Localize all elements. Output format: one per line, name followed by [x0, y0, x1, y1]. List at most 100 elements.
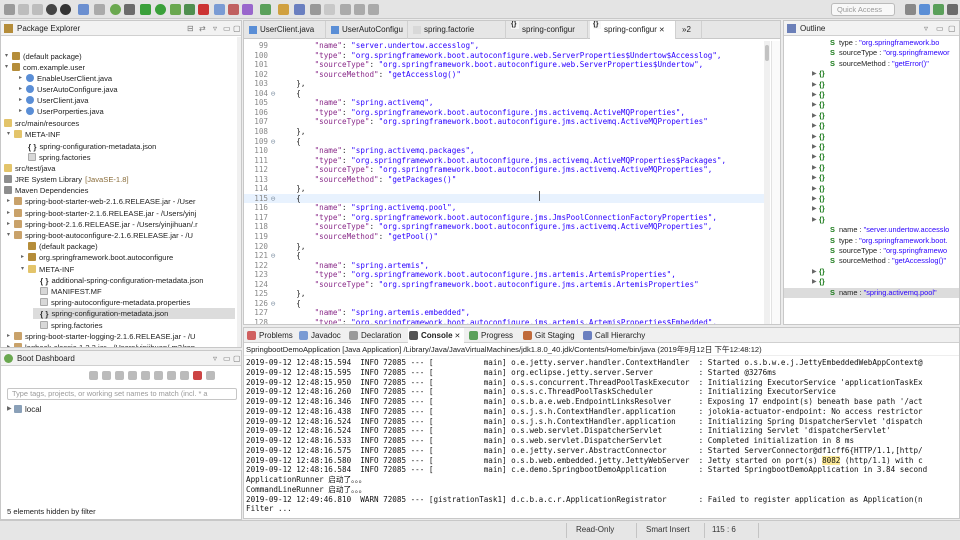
- expand-icon[interactable]: ▶: [812, 111, 819, 121]
- tree-item[interactable]: MANIFEST.MF: [33, 286, 235, 297]
- close-tab-icon[interactable]: ✕: [657, 27, 665, 34]
- outline-object[interactable]: ▶{}: [812, 184, 959, 194]
- debug-icon[interactable]: [102, 371, 111, 380]
- editor-tab[interactable]: {} spring-configur ✕: [590, 21, 676, 39]
- outline-object[interactable]: ▶{}: [812, 121, 959, 131]
- new-class-icon[interactable]: [260, 4, 271, 15]
- expand-icon[interactable]: ▸: [7, 219, 14, 230]
- tree-item[interactable]: ▾ META-INF: [21, 264, 235, 275]
- fold-marker-icon[interactable]: ⊖: [268, 251, 278, 261]
- expand-icon[interactable]: ▾: [5, 62, 12, 73]
- fold-marker-icon[interactable]: ⊖: [268, 194, 278, 204]
- tree-item[interactable]: ▸ UserPorperties.java: [19, 106, 235, 117]
- view-menu-icon[interactable]: ▿: [213, 24, 217, 33]
- expand-icon[interactable]: ▾: [7, 129, 14, 140]
- outline-property[interactable]: Stype : "org.springframework.boot.: [830, 236, 959, 246]
- expand-icon[interactable]: ▶: [812, 142, 819, 152]
- expand-icon[interactable]: ▶: [812, 184, 819, 194]
- refresh-icon[interactable]: [206, 371, 215, 380]
- declaration-tab[interactable]: Declaration: [348, 328, 401, 343]
- expand-icon[interactable]: ▾: [5, 51, 12, 62]
- outline-property[interactable]: Sname : "spring.activemq.pool": [784, 287, 959, 298]
- link-editor-icon[interactable]: ⇄: [199, 24, 206, 33]
- view-menu-icon[interactable]: ▿: [924, 24, 928, 33]
- expand-icon[interactable]: ▸: [19, 95, 26, 106]
- expand-icon[interactable]: ▸: [7, 331, 14, 342]
- status-insert-mode[interactable]: Smart Insert: [646, 525, 690, 534]
- tree-item[interactable]: ▸src/test/java: [1, 163, 235, 174]
- add-icon[interactable]: [167, 371, 176, 380]
- editor-tab[interactable]: {} spring-configur: [508, 21, 588, 39]
- collapse-all-icon[interactable]: ⊟: [187, 24, 194, 33]
- outline-property[interactable]: SsourceType : "org.springframewor: [830, 48, 959, 58]
- outline-object[interactable]: ▶{}: [812, 132, 959, 142]
- outline-property[interactable]: Stype : "org.springframework.bo: [830, 38, 959, 48]
- fold-marker-icon[interactable]: ⊖: [268, 299, 278, 309]
- outline-object[interactable]: ▶{}: [812, 204, 959, 214]
- expand-icon[interactable]: ▶: [812, 215, 819, 225]
- editor-tab[interactable]: UserClient.java: [246, 21, 326, 39]
- tree-item[interactable]: ▾ (default package): [5, 51, 235, 62]
- forward-icon[interactable]: [368, 4, 379, 15]
- tree-item[interactable]: ▾Maven Dependencies: [1, 185, 235, 196]
- debug-icon[interactable]: [124, 4, 135, 15]
- filter-icon[interactable]: [180, 371, 189, 380]
- expand-icon[interactable]: ▸: [19, 84, 26, 95]
- tree-item[interactable]: ▸ spring-boot-starter-logging-2.1.6.RELEA…: [7, 331, 235, 342]
- link-icon[interactable]: [154, 371, 163, 380]
- spring-icon[interactable]: [110, 4, 121, 15]
- outline-object[interactable]: ▶{}: [812, 173, 959, 183]
- expand-icon[interactable]: ▶: [812, 132, 819, 142]
- boot-dashboard-filter-input[interactable]: Type tags, projects, or working set name…: [7, 388, 237, 400]
- fold-marker-icon[interactable]: ⊖: [268, 89, 278, 99]
- tree-item[interactable]: (default package): [21, 241, 235, 252]
- back-icon[interactable]: [354, 4, 365, 15]
- settings-icon[interactable]: [46, 4, 57, 15]
- fold-marker-icon[interactable]: ⊖: [268, 137, 278, 147]
- call-hierarchy-tab[interactable]: Call Hierarchy: [582, 328, 645, 343]
- tree-item[interactable]: { } spring-configuration-metadata.json: [33, 308, 235, 319]
- maximize-icon[interactable]: ▢: [948, 24, 956, 33]
- outline-property[interactable]: SsourceMethod : "getAccesslog()": [830, 256, 959, 266]
- editor-scroll-thumb[interactable]: [765, 45, 769, 61]
- expand-icon[interactable]: ▶: [812, 90, 819, 100]
- editor-tab[interactable]: spring.factorie: [410, 21, 506, 39]
- package-explorer-scrollbar[interactable]: [237, 37, 241, 347]
- outline-object[interactable]: ▶{}: [812, 69, 959, 79]
- outline-object[interactable]: ▶{}: [812, 90, 959, 100]
- outline-object[interactable]: ▶{}: [812, 80, 959, 90]
- expand-icon[interactable]: ▸: [7, 196, 14, 207]
- editor-scrollbar[interactable]: [764, 41, 770, 324]
- tree-item[interactable]: ▸ EnableUserClient.java: [19, 73, 235, 84]
- outline-object[interactable]: ▶{}: [812, 152, 959, 162]
- view-menu-icon[interactable]: ▿: [213, 354, 217, 363]
- problems-tab[interactable]: Problems: [246, 328, 293, 343]
- expand-icon[interactable]: ▶: [812, 69, 819, 79]
- stop-icon[interactable]: [198, 4, 209, 15]
- tree-item[interactable]: ▸ UserAutoConfigure.java: [19, 84, 235, 95]
- tree-item[interactable]: ▸ spring-boot-2.1.6.RELEASE.jar - /Users/…: [7, 219, 235, 230]
- git-perspective-icon[interactable]: [947, 4, 958, 15]
- debug-run-icon[interactable]: [140, 4, 151, 15]
- open-perspective-icon[interactable]: [905, 4, 916, 15]
- outline-object[interactable]: ▶{}: [812, 100, 959, 110]
- package-explorer-tab[interactable]: Package Explorer ⊟ ⇄ ▿ ▭ ▢: [1, 21, 241, 36]
- pin-icon[interactable]: [324, 4, 335, 15]
- expand-icon[interactable]: ▾: [21, 264, 28, 275]
- open-browser-icon[interactable]: [128, 371, 137, 380]
- tree-item[interactable]: ▾ META-INF: [7, 129, 235, 140]
- tree-item[interactable]: ▾ com.example.user: [5, 62, 235, 73]
- expand-icon[interactable]: ▸: [21, 252, 28, 263]
- outline-property[interactable]: SsourceMethod : "getError()": [830, 59, 959, 69]
- tree-item[interactable]: spring-autoconfigure-metadata.properties: [33, 297, 235, 308]
- minimize-icon[interactable]: ▭: [936, 24, 944, 33]
- local-target-row[interactable]: ▶ local: [7, 405, 41, 414]
- debug-perspective-icon[interactable]: [933, 4, 944, 15]
- git-staging-tab[interactable]: Git Staging: [522, 328, 575, 343]
- console-tab[interactable]: Console ✕: [408, 328, 465, 343]
- expand-icon[interactable]: ▸: [19, 73, 26, 84]
- delete-icon[interactable]: [193, 371, 202, 380]
- quick-access-field[interactable]: Quick Access: [831, 3, 895, 16]
- expand-icon[interactable]: ▸: [19, 106, 26, 117]
- outline-object[interactable]: ▶{}: [812, 215, 959, 225]
